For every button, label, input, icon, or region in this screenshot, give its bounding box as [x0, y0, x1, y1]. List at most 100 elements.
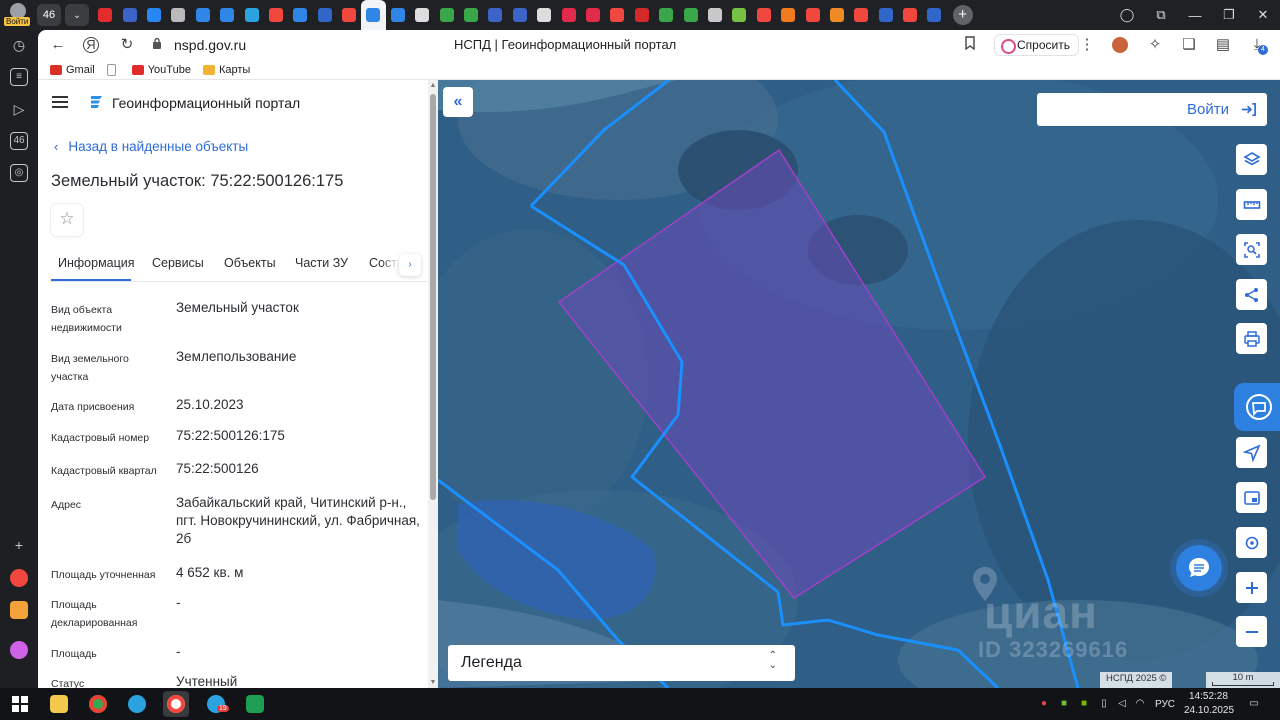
- bookmark-item[interactable]: Карты: [202, 64, 250, 76]
- more-menu-icon[interactable]: ⋮: [1078, 36, 1096, 54]
- map-view[interactable]: « Войти циан ID 323269616 Легенда ⌃ ⌄ НС…: [438, 80, 1280, 688]
- legend-dropdown[interactable]: Легенда ⌃ ⌄: [448, 645, 795, 681]
- zoom-out-button[interactable]: [1236, 616, 1267, 647]
- tab-information[interactable]: Информация: [58, 256, 135, 270]
- tab-gosuslugi-icon[interactable]: [678, 0, 702, 30]
- tab-pdf-icon[interactable]: [703, 0, 727, 30]
- collapse-panel-button[interactable]: «: [443, 87, 473, 117]
- minimize-button[interactable]: —: [1178, 8, 1212, 23]
- tab-orange-round-icon[interactable]: [825, 0, 849, 30]
- hamburger-menu-icon[interactable]: [52, 96, 68, 108]
- tab-gear-icon[interactable]: [532, 0, 556, 30]
- reload-icon[interactable]: ↻: [118, 36, 136, 54]
- tab-yandex-icon[interactable]: [898, 0, 922, 30]
- tab-gosuslugi-icon[interactable]: [654, 0, 678, 30]
- back-to-results-link[interactable]: ‹ Назад в найденные объекты: [54, 139, 248, 154]
- tabs-scroll-right-icon[interactable]: ›: [399, 254, 421, 276]
- close-window-button[interactable]: ✕: [1246, 7, 1280, 23]
- tab-gosuslugi-icon[interactable]: [434, 0, 458, 30]
- scroll-down-icon[interactable]: ▼: [429, 679, 437, 686]
- screenshot-icon[interactable]: ◎: [10, 164, 28, 182]
- tab-skype-icon[interactable]: [215, 0, 239, 30]
- portal-logo-icon[interactable]: [88, 94, 104, 110]
- print-button[interactable]: [1236, 323, 1267, 354]
- alice-app-icon[interactable]: [10, 641, 28, 659]
- portal-name[interactable]: Геоинформационный портал: [112, 95, 300, 111]
- login-button[interactable]: Войти: [1037, 93, 1267, 126]
- tab-rts-icon[interactable]: [630, 0, 654, 30]
- tab-back-arrow-icon[interactable]: [166, 0, 190, 30]
- new-tab-button[interactable]: +: [952, 5, 973, 25]
- clipboard-icon[interactable]: ▤: [1214, 36, 1232, 54]
- tab-nspd-icon[interactable]: [288, 0, 312, 30]
- tray-nvidia-icon[interactable]: ■: [1078, 698, 1090, 710]
- video-icon[interactable]: ▷: [10, 100, 28, 118]
- geolocate-button[interactable]: [1236, 437, 1267, 468]
- bookmark-icon[interactable]: [961, 36, 979, 54]
- tab-russian-flag-icon[interactable]: [508, 0, 532, 30]
- bookmark-item[interactable]: YouTube: [131, 64, 191, 76]
- tray-app-icon[interactable]: ■: [1058, 698, 1070, 710]
- account-icon[interactable]: ◯: [1110, 7, 1144, 23]
- tabs-count-icon[interactable]: 46: [10, 132, 28, 150]
- back-arrow-icon[interactable]: ←: [49, 36, 67, 54]
- tab-yandex-icon[interactable]: [752, 0, 776, 30]
- collections-icon[interactable]: ≡: [10, 68, 28, 86]
- tray-battery-icon[interactable]: ▯: [1098, 698, 1110, 710]
- tabs-overview-icon[interactable]: ⧉: [1144, 7, 1178, 23]
- select-area-button[interactable]: [1236, 234, 1267, 265]
- panel-scrollbar[interactable]: ▲ ▼: [428, 80, 438, 688]
- extension-avatar-icon[interactable]: [1112, 37, 1128, 53]
- extensions-icon[interactable]: ✧: [1146, 36, 1164, 54]
- side-panel-tab[interactable]: [1234, 383, 1280, 431]
- tab-emblem-icon[interactable]: [922, 0, 946, 30]
- scrollbar-thumb[interactable]: [430, 94, 436, 500]
- measure-button[interactable]: [1236, 189, 1267, 220]
- tab-russian-flag-icon[interactable]: [117, 0, 141, 30]
- tray-time[interactable]: 14:52:28: [1189, 691, 1228, 702]
- tab-telegram-icon[interactable]: [239, 0, 263, 30]
- tab-emblem-icon[interactable]: [874, 0, 898, 30]
- restore-button[interactable]: ❐: [1212, 7, 1246, 23]
- downloads-icon[interactable]: ⤓ 4: [1248, 36, 1268, 55]
- tab-yandex-icon[interactable]: [337, 0, 361, 30]
- share-button[interactable]: [1236, 279, 1267, 310]
- tab-heart-icon[interactable]: [581, 0, 605, 30]
- add-panel-icon[interactable]: +: [10, 536, 28, 554]
- tab-services[interactable]: Сервисы: [152, 256, 204, 270]
- tab-nspd-icon-active[interactable]: [361, 0, 386, 30]
- tab-list-chevron-icon[interactable]: ⌄: [65, 4, 89, 26]
- tab-vk-icon[interactable]: [142, 0, 166, 30]
- tray-date[interactable]: 24.10.2025: [1184, 705, 1234, 716]
- app-feather-icon[interactable]: [124, 691, 150, 717]
- minimap-button[interactable]: [1236, 482, 1267, 513]
- tab-gosuslugi-icon[interactable]: [459, 0, 483, 30]
- excel-icon[interactable]: [242, 691, 268, 717]
- history-icon[interactable]: ◷: [10, 36, 28, 54]
- zoom-in-button[interactable]: [1236, 572, 1267, 603]
- tab-nspd-icon[interactable]: [386, 0, 410, 30]
- yandex-browser-icon[interactable]: Я: [83, 37, 99, 53]
- tab-yandex-icon[interactable]: [264, 0, 288, 30]
- tray-yandex-icon[interactable]: ●: [1038, 698, 1050, 710]
- tab-star-icon[interactable]: [410, 0, 434, 30]
- tray-language[interactable]: РУС: [1155, 699, 1175, 710]
- tab-yandex-icon[interactable]: [800, 0, 824, 30]
- layers-button[interactable]: [1236, 144, 1267, 175]
- mail-app-icon[interactable]: [10, 601, 28, 619]
- tab-yandex-icon[interactable]: [605, 0, 629, 30]
- location-target-button[interactable]: [1236, 527, 1267, 558]
- ask-ai-button[interactable]: Спросить: [994, 34, 1079, 56]
- scroll-up-icon[interactable]: ▲: [429, 82, 437, 89]
- tab-emblem-icon[interactable]: [313, 0, 337, 30]
- tab-dns-icon[interactable]: [776, 0, 800, 30]
- profile-button[interactable]: Войти: [0, 0, 34, 30]
- tab-parcel-parts[interactable]: Части ЗУ: [295, 256, 348, 270]
- notifications-icon[interactable]: ▭: [1248, 698, 1260, 710]
- tab-yandex-icon[interactable]: [849, 0, 873, 30]
- favorite-star-icon[interactable]: ☆: [51, 204, 83, 236]
- tab-russian-flag-icon[interactable]: [483, 0, 507, 30]
- tray-network-icon[interactable]: ◠: [1134, 698, 1146, 710]
- telegram-taskbar-icon[interactable]: 19: [203, 691, 229, 717]
- collections-toolbar-icon[interactable]: ❏: [1180, 36, 1198, 54]
